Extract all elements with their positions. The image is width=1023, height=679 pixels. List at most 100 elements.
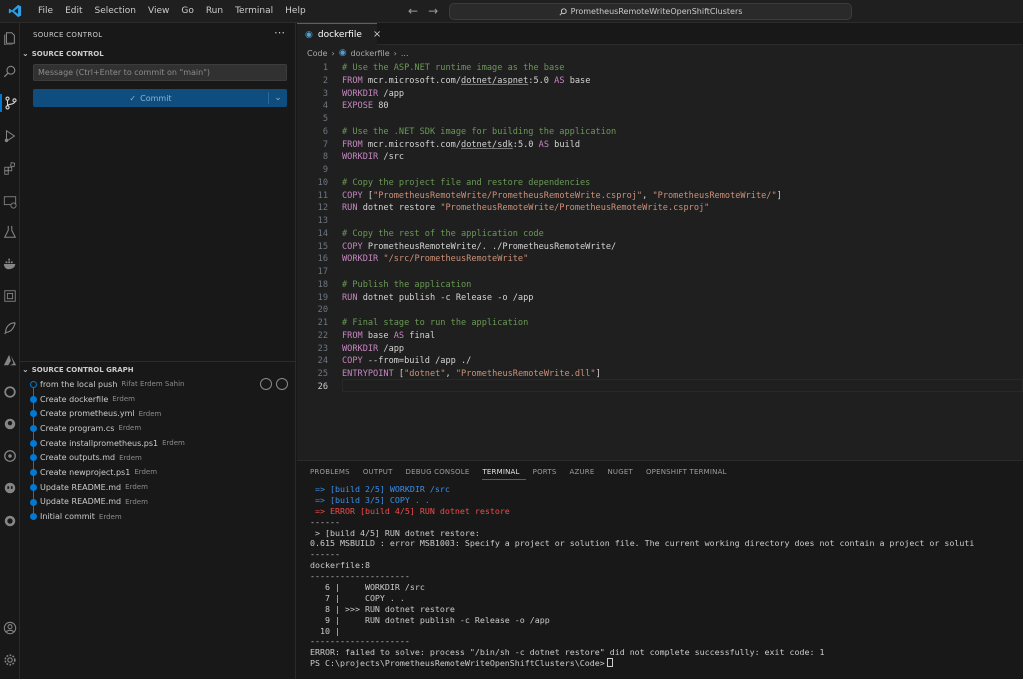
github-icon[interactable] (0, 415, 20, 433)
search-view-icon[interactable] (0, 63, 20, 81)
commit-main-action[interactable]: ✓ Commit (33, 94, 268, 103)
code-line[interactable]: 12 RUN dotnet restore "PrometheusRemoteWr… (297, 202, 1023, 215)
menu-file[interactable]: File (32, 0, 59, 23)
menu-run[interactable]: Run (200, 0, 229, 23)
run-debug-icon[interactable] (0, 127, 20, 145)
code-line[interactable]: 10 # Copy the project file and restore de… (297, 177, 1023, 190)
code-token: # Copy the project file and restore depe… (342, 177, 591, 188)
more-actions-icon[interactable]: ⋯ (274, 26, 285, 39)
commit-button[interactable]: ✓ Commit ⌄ (33, 89, 287, 107)
close-icon[interactable]: × (373, 29, 381, 40)
menu-selection[interactable]: Selection (89, 0, 142, 23)
commit-dropdown-chevron-icon[interactable]: ⌄ (269, 93, 287, 103)
cloud-icon[interactable] (276, 378, 288, 390)
tab-output[interactable]: OUTPUT (363, 468, 399, 480)
graph-row[interactable]: Create outputs.md Erdem (20, 450, 296, 465)
code-line[interactable]: 9 (297, 164, 1023, 177)
code-line[interactable]: 11 COPY ["PrometheusRemoteWrite/Prometheu… (297, 190, 1023, 203)
code-text: EXPOSE 80 (342, 100, 389, 113)
gitlens-icon[interactable] (0, 447, 20, 465)
breadcrumb-file[interactable]: dockerfile (351, 49, 390, 58)
testing-icon[interactable] (0, 223, 20, 241)
code-line[interactable]: 16 WORKDIR "/src/PrometheusRemoteWrite" (297, 253, 1023, 266)
extensions-icon[interactable] (0, 160, 20, 178)
source-control-icon[interactable] (0, 94, 20, 112)
code-line[interactable]: 22 FROM base AS final (297, 330, 1023, 343)
timeline-icon[interactable] (0, 512, 20, 530)
code-line[interactable]: 24 COPY --from=build /app ./ (297, 355, 1023, 368)
azure-icon[interactable] (0, 351, 20, 369)
tab-openshift-terminal[interactable]: OPENSHIFT TERMINAL (646, 468, 733, 480)
tab-ports[interactable]: PORTS (533, 468, 563, 480)
line-number: 20 (317, 305, 328, 316)
tab-debug-console[interactable]: DEBUG CONSOLE (406, 468, 476, 480)
graph-row[interactable]: Create dockerfile Erdem (20, 392, 296, 407)
code-token: "PrometheusRemoteWrite/PrometheusRemoteW… (373, 190, 643, 201)
graph-row[interactable]: Create program.cs Erdem (20, 421, 296, 436)
code-line[interactable]: 5 (297, 113, 1023, 126)
breadcrumb-symbol[interactable]: ... (401, 49, 409, 58)
code-line[interactable]: 6 # Use the .NET SDK image for building t… (297, 126, 1023, 139)
commit-node-icon (30, 513, 37, 521)
terminal-output[interactable]: => [build 2/5] WORKDIR /src => [build 3/… (310, 484, 1023, 669)
graph-row[interactable]: Update README.md Erdem (20, 480, 296, 495)
source-control-graph-header[interactable]: ⌄ SOURCE CONTROL GRAPH (22, 365, 134, 374)
code-token: FROM (342, 75, 368, 86)
code-line[interactable]: 3 WORKDIR /app (297, 88, 1023, 101)
tab-azure[interactable]: AZURE (569, 468, 600, 480)
command-center[interactable]: PrometheusRemoteWriteOpenShiftClusters (449, 3, 852, 20)
settings-gear-icon[interactable] (0, 651, 20, 669)
code-line[interactable]: 21 # Final stage to run the application (297, 317, 1023, 330)
code-line[interactable]: 4 EXPOSE 80 (297, 100, 1023, 113)
code-line[interactable]: 2 FROM mcr.microsoft.com/dotnet/aspnet:5.… (297, 75, 1023, 88)
back-arrow-icon[interactable]: ← (408, 4, 418, 18)
code-area[interactable]: 1 # Use the ASP.NET runtime image as the … (297, 62, 1023, 394)
code-line[interactable]: 23 WORKDIR /app (297, 343, 1023, 356)
copilot-icon[interactable] (0, 479, 20, 497)
code-line[interactable]: 20 (297, 304, 1023, 317)
forward-arrow-icon[interactable]: → (428, 4, 438, 18)
graph-row[interactable]: Create prometheus.yml Erdem (20, 406, 296, 421)
code-line[interactable]: 15 COPY PrometheusRemoteWrite/. ./Prometh… (297, 241, 1023, 254)
code-line[interactable]: 19 RUN dotnet publish -c Release -o /app (297, 292, 1023, 305)
menu-help[interactable]: Help (279, 0, 312, 23)
account-icon[interactable] (0, 619, 20, 637)
code-token: "PrometheusRemoteWrite/" (652, 190, 777, 201)
menu-view[interactable]: View (142, 0, 175, 23)
commit-message-input[interactable] (33, 64, 287, 81)
feather-icon[interactable] (0, 319, 20, 337)
menu-edit[interactable]: Edit (59, 0, 88, 23)
code-line[interactable]: 14 # Copy the rest of the application cod… (297, 228, 1023, 241)
target-icon[interactable] (260, 378, 272, 390)
code-line[interactable]: 25 ENTRYPOINT ["dotnet", "PrometheusRemot… (297, 368, 1023, 381)
title-bar: File Edit Selection View Go Run Terminal… (0, 0, 1023, 23)
graph-row[interactable]: from the local push Rifat Erdem Sahin (20, 377, 296, 392)
tab-problems[interactable]: PROBLEMS (310, 468, 356, 480)
code-token: --from=build /app ./ (367, 356, 472, 367)
code-line[interactable]: 18 # Publish the application (297, 279, 1023, 292)
graph-row[interactable]: Create newproject.ps1 Erdem (20, 465, 296, 480)
code-token: FROM (342, 139, 368, 150)
kubernetes-icon[interactable] (0, 287, 20, 305)
code-line[interactable]: 26 (297, 381, 1023, 394)
code-line[interactable]: 1 # Use the ASP.NET runtime image as the … (297, 62, 1023, 75)
openshift-icon[interactable] (0, 383, 20, 401)
graph-row[interactable]: Initial commit Erdem (20, 509, 296, 524)
graph-row[interactable]: Update README.md Erdem (20, 495, 296, 510)
source-control-section-header[interactable]: ⌄ SOURCE CONTROL (22, 49, 104, 58)
menu-go[interactable]: Go (175, 0, 199, 23)
explorer-icon[interactable] (0, 29, 20, 47)
code-line[interactable]: 17 (297, 266, 1023, 279)
tab-nuget[interactable]: NUGET (607, 468, 638, 480)
tab-dockerfile[interactable]: ◉ dockerfile × (297, 23, 381, 45)
code-line[interactable]: 13 (297, 215, 1023, 228)
remote-explorer-icon[interactable] (0, 193, 20, 211)
terminal-line: 0.615 MSBUILD : error MSB1003: Specify a… (310, 538, 1023, 549)
code-line[interactable]: 8 WORKDIR /src (297, 151, 1023, 164)
graph-row[interactable]: Create installprometheus.ps1 Erdem (20, 436, 296, 451)
docker-icon[interactable] (0, 255, 20, 273)
code-line[interactable]: 7 FROM mcr.microsoft.com/dotnet/sdk:5.0 A… (297, 139, 1023, 152)
tab-terminal[interactable]: TERMINAL (482, 468, 526, 480)
menu-terminal[interactable]: Terminal (229, 0, 279, 23)
breadcrumb-folder[interactable]: Code (307, 49, 327, 58)
